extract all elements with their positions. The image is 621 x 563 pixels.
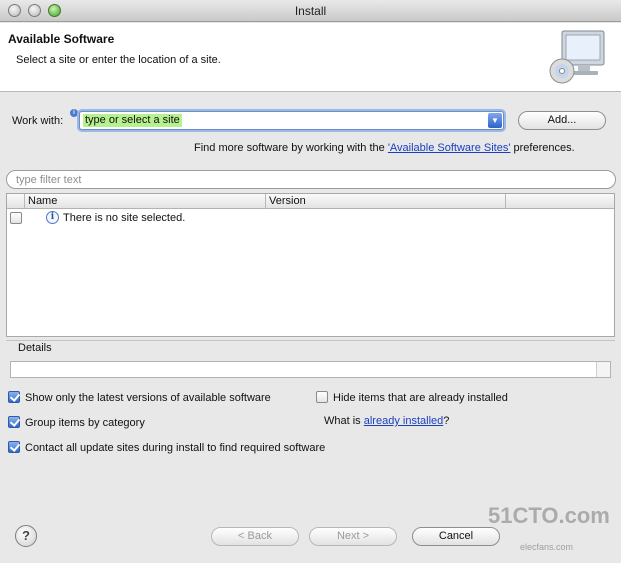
find-more-suffix: preferences. [513,142,575,154]
table-row[interactable]: i There is no site selected. [7,210,614,226]
column-header-name[interactable]: Name [24,194,265,209]
work-with-label: Work with: [12,115,64,127]
software-table[interactable]: Name Version i There is no site selected… [6,193,615,337]
info-icon: i [70,109,78,117]
hide-installed-checkbox[interactable] [316,391,328,403]
chevron-down-icon[interactable]: ▼ [488,113,502,128]
wizard-header: Available Software Select a site or ente… [0,23,621,92]
watermark-sub: elecfans.com [520,542,574,552]
work-with-combo-value[interactable]: type or select a site [83,114,182,127]
details-text-area[interactable] [10,361,611,378]
find-more-prefix: Find more software by working with the [194,142,385,154]
contact-sites-checkbox[interactable] [8,441,20,453]
column-header-empty [505,194,614,209]
page-description: Select a site or enter the location of a… [16,54,221,66]
details-scrollbar[interactable] [596,362,610,377]
row-name: There is no site selected. [63,212,186,224]
back-button[interactable]: < Back [211,527,299,546]
add-site-button[interactable]: Add... [518,111,606,130]
watermark-brand: 51CTO.com [488,503,610,528]
hide-installed-label: Hide items that are already installed [333,392,508,404]
cancel-button[interactable]: Cancel [412,527,500,546]
install-monitor-icon [549,30,605,84]
group-by-category-label: Group items by category [25,417,145,429]
group-by-category-checkbox[interactable] [8,416,20,428]
table-header-check-column [7,194,24,209]
window-title: Install [294,4,327,18]
table-header: Name Version [7,194,614,209]
title-bar: Install [0,0,621,22]
help-button[interactable]: ? [15,525,37,547]
what-is-installed-text: What is already installed? [324,415,449,427]
column-header-version[interactable]: Version [265,194,505,209]
filter-input[interactable] [16,174,596,186]
page-title: Available Software [8,32,115,46]
show-latest-label: Show only the latest versions of availab… [25,392,271,404]
info-icon: i [46,211,59,224]
contact-sites-label: Contact all update sites during install … [25,442,326,454]
details-label: Details [18,342,52,354]
available-software-sites-link[interactable]: 'Available Software Sites' [388,142,511,154]
what-is-suffix: ? [443,415,450,427]
work-with-combo[interactable]: type or select a site ▼ [79,111,504,130]
what-is-prefix: What is [324,415,361,427]
next-button[interactable]: Next > [309,527,397,546]
row-checkbox[interactable] [10,212,22,224]
find-more-text: Find more software by working with the '… [194,142,575,154]
already-installed-link[interactable]: already installed [364,415,444,427]
filter-field[interactable] [6,170,616,189]
show-latest-checkbox[interactable] [8,391,20,403]
